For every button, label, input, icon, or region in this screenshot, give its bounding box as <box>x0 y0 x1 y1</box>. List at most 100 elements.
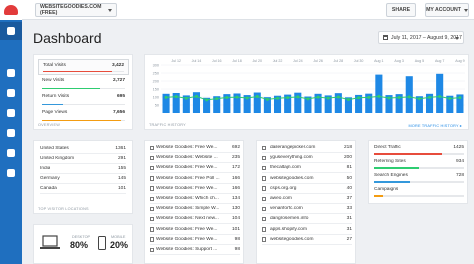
location-row[interactable]: Canada 101 <box>40 186 126 196</box>
source-row[interactable]: Campaigns <box>374 187 464 200</box>
location-row[interactable]: Germany 145 <box>40 176 126 186</box>
metric-row[interactable]: Total Visits 3,422 <box>38 59 129 75</box>
home-icon[interactable] <box>0 22 22 40</box>
location-value: 145 <box>117 176 126 181</box>
layers-icon[interactable] <box>0 104 22 122</box>
page-row[interactable]: Website Goodies: Free We... 166 <box>150 186 240 196</box>
referrer-row[interactable]: dailerangepicker.com 218 <box>262 145 352 155</box>
metric-row[interactable]: New Visits 2,727 <box>38 75 129 91</box>
source-row[interactable]: Direct Traffic 1425 <box>374 145 464 158</box>
line-point[interactable] <box>296 95 300 99</box>
line-point[interactable] <box>387 96 391 100</box>
lightning-icon[interactable] <box>0 64 22 82</box>
line-point[interactable] <box>184 96 188 100</box>
source-row[interactable]: Search Engines 728 <box>374 173 464 186</box>
source-bar-fill <box>374 153 442 155</box>
line-point[interactable] <box>265 97 269 101</box>
wrench-icon[interactable] <box>0 124 22 142</box>
logo[interactable] <box>0 0 22 20</box>
line-point[interactable] <box>407 95 411 99</box>
source-row[interactable]: Referring Sites 934 <box>374 159 464 172</box>
line-point[interactable] <box>245 96 249 100</box>
referrer-row[interactable]: websitegoodies.com 27 <box>262 237 352 247</box>
y-tick-label: 200 <box>153 80 159 84</box>
line-point[interactable] <box>276 96 280 100</box>
traffic-sources-card: Direct Traffic 1425 Referring Sites 934 Sear… <box>368 140 468 204</box>
line-point[interactable] <box>377 94 381 98</box>
line-point[interactable] <box>255 95 259 99</box>
line-point[interactable] <box>225 95 229 99</box>
referrer-row[interactable]: yguseverything.com 200 <box>262 155 352 165</box>
line-point[interactable] <box>367 95 371 99</box>
page-row[interactable]: Website Goodies: Free We... 172 <box>150 165 240 175</box>
line-point[interactable] <box>397 95 401 99</box>
line-point[interactable] <box>174 95 178 99</box>
metric-row[interactable]: Page Views 7,656 <box>38 107 129 123</box>
referrer-row[interactable]: apps.shopify.com 31 <box>262 227 352 237</box>
line-point[interactable] <box>336 95 340 99</box>
page-row[interactable]: Website Goodies: Support ... 98 <box>150 247 240 257</box>
metric-row[interactable]: Return Visits 695 <box>38 91 129 107</box>
line-point[interactable] <box>326 96 330 100</box>
page-row[interactable]: Website Goodies: Free We... 692 <box>150 145 240 155</box>
page-row[interactable]: Website Goodies: Simple W... 130 <box>150 206 240 216</box>
metric-label: Page Views <box>42 110 68 115</box>
location-row[interactable]: United Kingdom 291 <box>40 156 126 166</box>
more-traffic-link[interactable]: MORE TRAFFIC HISTORY ▸ <box>409 123 463 128</box>
y-tick-label: 50 <box>155 104 159 108</box>
link-icon <box>262 227 266 232</box>
location-row[interactable]: United States 1361 <box>40 146 126 156</box>
line-point[interactable] <box>438 95 442 99</box>
page-row[interactable]: Website Goodies: Free We... 98 <box>150 237 240 247</box>
line-point[interactable] <box>428 95 432 99</box>
line-point[interactable] <box>346 98 350 102</box>
share-button[interactable]: SHARE <box>386 3 416 17</box>
line-point[interactable] <box>235 95 239 99</box>
gear-icon[interactable] <box>0 164 22 182</box>
source-bar <box>374 167 464 169</box>
site-selector[interactable]: WEBSITEGOODIES.COM (FREE) <box>35 3 117 17</box>
line-point[interactable] <box>286 96 290 100</box>
location-value: 101 <box>117 186 126 191</box>
page-row[interactable]: Website Goodies: Next new... 104 <box>150 216 240 226</box>
line-point[interactable] <box>215 97 219 101</box>
bar[interactable] <box>436 73 444 113</box>
line-point[interactable] <box>357 96 361 100</box>
referrer-row[interactable]: venariforfc.com 33 <box>262 206 352 216</box>
page-row[interactable]: Website Goodies: Free Poll ... 166 <box>150 176 240 186</box>
line-point[interactable] <box>205 98 209 102</box>
referrer-row[interactable]: dangrosemen.info 31 <box>262 216 352 226</box>
referrer-row[interactable]: csps.org.org 40 <box>262 186 352 196</box>
users-icon[interactable] <box>0 84 22 102</box>
bar[interactable] <box>375 74 383 113</box>
line-point[interactable] <box>316 95 320 99</box>
location-row[interactable]: India 155 <box>40 166 126 176</box>
line-point[interactable] <box>194 94 198 98</box>
page-row[interactable]: Website Goodies: Which ch... 134 <box>150 196 240 206</box>
row-divider <box>150 213 240 215</box>
metric-value: 7,656 <box>112 110 125 115</box>
source-bar-fill <box>374 181 410 183</box>
referrers-card: dailerangepicker.com 218 yguseverything.co… <box>256 140 356 264</box>
page-name: Website Goodies: Free We... <box>156 226 218 232</box>
metric-label: New Visits <box>42 78 65 83</box>
page-icon <box>150 247 154 252</box>
line-point[interactable] <box>164 95 168 99</box>
bar[interactable] <box>405 76 413 113</box>
my-account-button[interactable]: MY ACCOUNT <box>425 3 469 17</box>
page-row[interactable]: Website Goodies: Website ... 235 <box>150 155 240 165</box>
line-point[interactable] <box>448 96 452 100</box>
flag-icon[interactable] <box>0 144 22 162</box>
referrer-row[interactable]: websitegoodies.com 50 <box>262 176 352 186</box>
date-range-picker[interactable]: July 11, 2017 – August 9, 2017 <box>378 31 464 44</box>
referrer-row[interactable]: thecaltajn.com 81 <box>262 165 352 175</box>
page-icon <box>150 145 154 150</box>
line-point[interactable] <box>306 97 310 101</box>
page-row[interactable]: Website Goodies: Free We... 101 <box>150 227 240 237</box>
source-bar <box>374 195 464 197</box>
source-bar <box>374 153 464 155</box>
line-point[interactable] <box>458 96 462 100</box>
metric-value: 695 <box>116 94 125 99</box>
line-point[interactable] <box>417 97 421 101</box>
referrer-row[interactable]: aweo.com 37 <box>262 196 352 206</box>
